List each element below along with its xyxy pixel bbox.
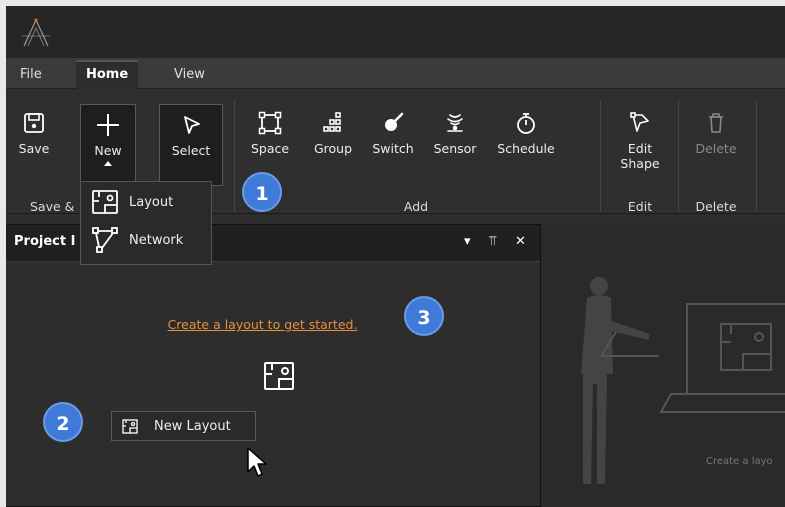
- dropdown-item-network[interactable]: Network: [81, 222, 211, 258]
- project-panel: Project I ▾ ⫪ ✕ Create a layout to get s…: [6, 224, 541, 507]
- switch-button[interactable]: Switch: [366, 89, 420, 185]
- schedule-label: Schedule: [497, 141, 555, 156]
- dropdown-item-layout[interactable]: Layout: [81, 184, 211, 220]
- pin-icon[interactable]: ⫪: [489, 234, 496, 249]
- edit-shape-icon: [628, 109, 652, 137]
- callout-badge-2: 2: [43, 402, 83, 442]
- dropdown-item-label: Layout: [129, 194, 174, 210]
- schedule-button[interactable]: Schedule: [490, 89, 562, 185]
- group-label-add: Add: [403, 199, 429, 214]
- tab-file[interactable]: File: [10, 62, 52, 88]
- panel-dropdown-icon[interactable]: ▾: [464, 234, 471, 249]
- space-icon: [258, 109, 282, 137]
- select-label: Select: [171, 143, 211, 158]
- space-button[interactable]: Space: [246, 89, 294, 185]
- menu-bar: File Home View: [6, 58, 785, 90]
- group-label-delete: Delete: [695, 199, 737, 214]
- sensor-label: Sensor: [433, 141, 477, 156]
- create-layout-link[interactable]: Create a layout to get started.: [6, 317, 540, 332]
- stopwatch-icon: [514, 109, 538, 137]
- new-layout-label: New Layout: [154, 418, 231, 434]
- canvas-area: Create a layo: [541, 224, 785, 507]
- panel-title: Project I: [14, 234, 76, 249]
- close-icon[interactable]: ✕: [515, 234, 526, 249]
- group-label-edit: Edit: [627, 199, 653, 214]
- select-button[interactable]: Select: [159, 104, 223, 186]
- save-button[interactable]: Save: [12, 89, 56, 185]
- switch-icon: [381, 109, 405, 137]
- dropdown-item-label: Network: [129, 232, 184, 248]
- space-label: Space: [250, 141, 290, 156]
- new-layout-button[interactable]: New Layout: [111, 411, 256, 441]
- trash-icon: [705, 109, 727, 137]
- delete-button[interactable]: Delete: [688, 89, 744, 185]
- sensor-icon: [443, 109, 467, 137]
- new-dropdown-menu: Layout Network: [80, 181, 212, 265]
- app-logo-icon: [22, 18, 50, 47]
- cursor-arrow-icon: [180, 111, 202, 139]
- new-label: New: [94, 143, 122, 158]
- sensor-button[interactable]: Sensor: [426, 89, 484, 185]
- mouse-cursor-icon: [247, 447, 267, 477]
- app-window: File Home View Save New Select Space Gro…: [6, 6, 785, 507]
- ribbon-separator: [234, 100, 235, 212]
- callout-badge-3: 3: [404, 296, 444, 336]
- group-icon: [321, 109, 345, 137]
- ribbon-separator: [678, 100, 679, 212]
- switch-label: Switch: [372, 141, 414, 156]
- edit-shape-button[interactable]: Edit Shape: [610, 89, 670, 185]
- tab-home[interactable]: Home: [76, 60, 139, 90]
- ribbon-separator: [600, 100, 601, 212]
- delete-label: Delete: [695, 141, 737, 156]
- group-label: Group: [313, 141, 353, 156]
- tab-view[interactable]: View: [164, 62, 215, 88]
- caret-up-icon: [104, 161, 112, 166]
- plus-icon: [95, 111, 121, 139]
- title-bar: [6, 6, 785, 58]
- callout-badge-1: 1: [242, 172, 282, 212]
- layout-icon: [264, 362, 294, 390]
- layout-icon: [122, 418, 138, 434]
- new-button[interactable]: New: [80, 104, 136, 186]
- ribbon-separator: [756, 100, 757, 212]
- edit-shape-label: Edit Shape: [620, 141, 660, 171]
- empty-state-caption: Create a layo: [706, 456, 773, 467]
- save-label: Save: [18, 141, 50, 156]
- save-icon: [23, 109, 45, 137]
- group-button[interactable]: Group: [306, 89, 360, 185]
- network-icon: [89, 226, 121, 254]
- layout-icon: [89, 189, 121, 215]
